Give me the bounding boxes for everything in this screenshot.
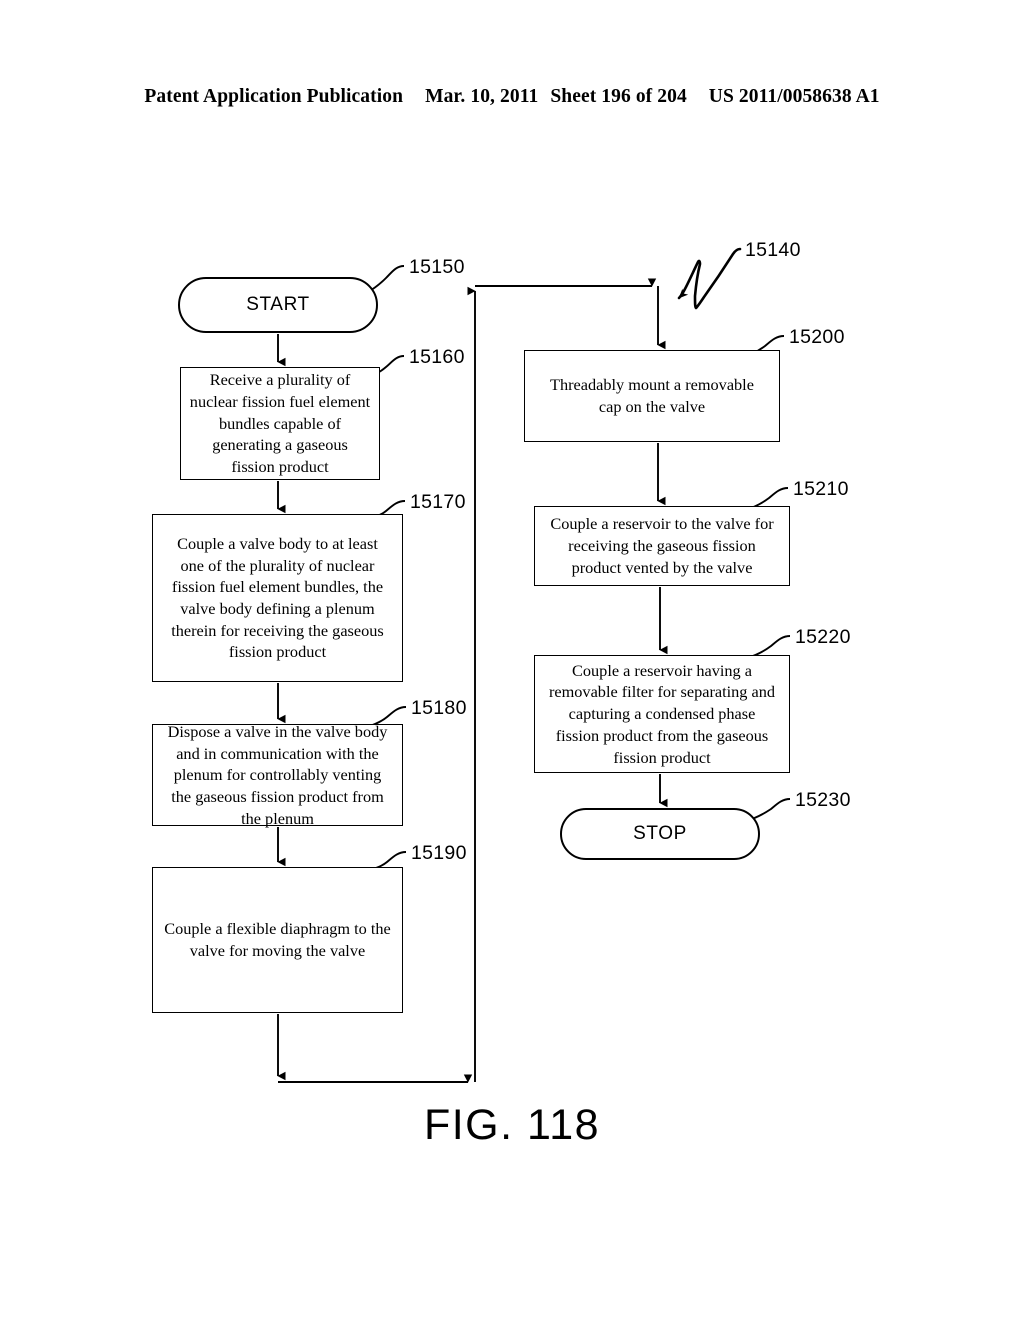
figure-caption: FIG. 118 bbox=[423, 1101, 601, 1149]
process-box-15210-text: Couple a reservoir to the valve for rece… bbox=[550, 514, 774, 577]
terminal-start[interactable]: START bbox=[178, 277, 378, 333]
process-box-15160[interactable]: Receive a plurality of nuclear fission f… bbox=[180, 367, 380, 480]
process-box-15170[interactable]: Couple a valve body to at least one of t… bbox=[152, 514, 403, 682]
process-box-15200-text: Threadably mount a removable cap on the … bbox=[550, 375, 754, 416]
process-box-15200[interactable]: Threadably mount a removable cap on the … bbox=[524, 350, 780, 442]
reference-numeral-15200: 15200 bbox=[789, 326, 845, 348]
reference-numeral-15140: 15140 bbox=[745, 239, 801, 261]
terminal-stop-label: STOP bbox=[633, 823, 687, 845]
reference-numeral-15220: 15220 bbox=[795, 626, 851, 648]
process-box-15180-text: Dispose a valve in the valve body and in… bbox=[167, 721, 388, 828]
reference-numeral-15170: 15170 bbox=[410, 491, 466, 513]
leader-line-15150 bbox=[367, 265, 405, 293]
process-box-15220[interactable]: Couple a reservoir having a removable fi… bbox=[534, 655, 790, 773]
reference-numeral-15210: 15210 bbox=[793, 478, 849, 500]
process-box-15190-text: Couple a flexible diaphragm to the valve… bbox=[164, 919, 391, 960]
terminal-start-label: START bbox=[246, 294, 310, 316]
terminal-stop[interactable]: STOP bbox=[560, 808, 760, 860]
process-box-15210[interactable]: Couple a reservoir to the valve for rece… bbox=[534, 506, 790, 586]
process-box-15160-text: Receive a plurality of nuclear fission f… bbox=[189, 370, 371, 476]
process-box-15170-text: Couple a valve body to at least one of t… bbox=[171, 533, 384, 662]
reference-numeral-15160: 15160 bbox=[409, 346, 465, 368]
process-box-15190[interactable]: Couple a flexible diaphragm to the valve… bbox=[152, 867, 403, 1013]
reference-numeral-15180: 15180 bbox=[411, 697, 467, 719]
process-box-15220-text: Couple a reservoir having a removable fi… bbox=[548, 660, 776, 767]
leader-line-15140-squiggle bbox=[677, 247, 742, 310]
reference-numeral-15230: 15230 bbox=[795, 789, 851, 811]
reference-numeral-15150: 15150 bbox=[409, 256, 465, 278]
reference-numeral-15190: 15190 bbox=[411, 842, 467, 864]
flowchart-figure: START Receive a plurality of nuclear fis… bbox=[0, 0, 1024, 1320]
process-box-15180[interactable]: Dispose a valve in the valve body and in… bbox=[152, 721, 403, 828]
